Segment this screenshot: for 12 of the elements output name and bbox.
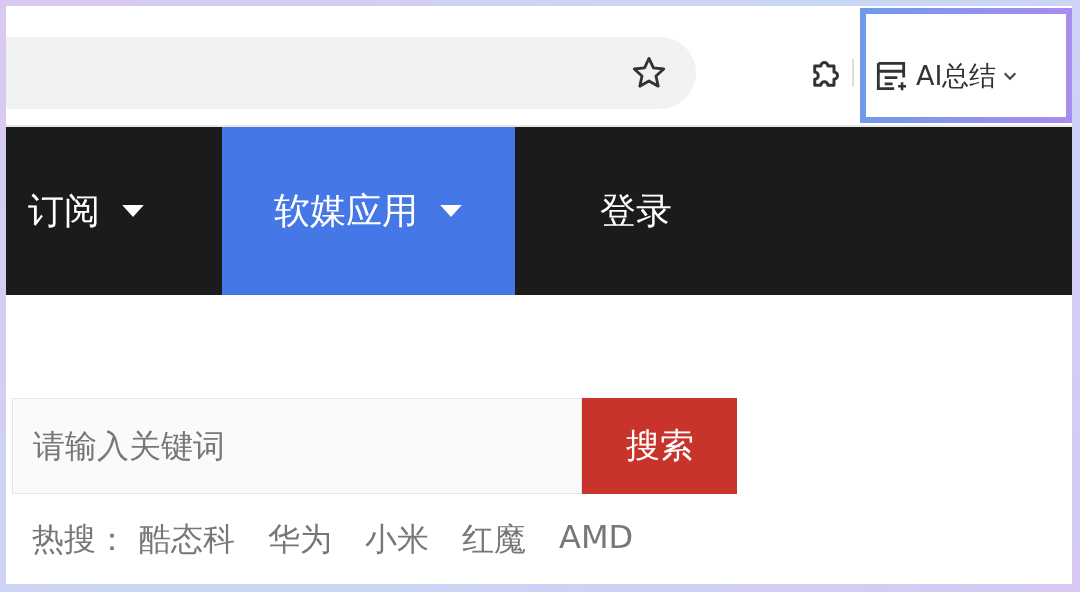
hot-search-link[interactable]: 酷态科	[139, 518, 235, 562]
nav-item[interactable]: 登录	[515, 127, 672, 295]
search-button[interactable]: 搜索	[582, 398, 737, 494]
hot-search-link[interactable]: 华为	[268, 518, 332, 562]
hot-search-label: 热搜：	[32, 519, 128, 560]
hot-search-link[interactable]: AMD	[559, 518, 634, 562]
hot-search-link[interactable]: 小米	[365, 518, 429, 562]
search-field[interactable]: 请输入关键词	[12, 398, 582, 494]
nav-item[interactable]: 订阅	[6, 127, 222, 295]
ai-summary-button[interactable]: AI总结	[870, 48, 1021, 103]
nav-item[interactable]: 软媒应用	[222, 127, 515, 295]
hot-search-link[interactable]: 红魔	[462, 518, 526, 562]
